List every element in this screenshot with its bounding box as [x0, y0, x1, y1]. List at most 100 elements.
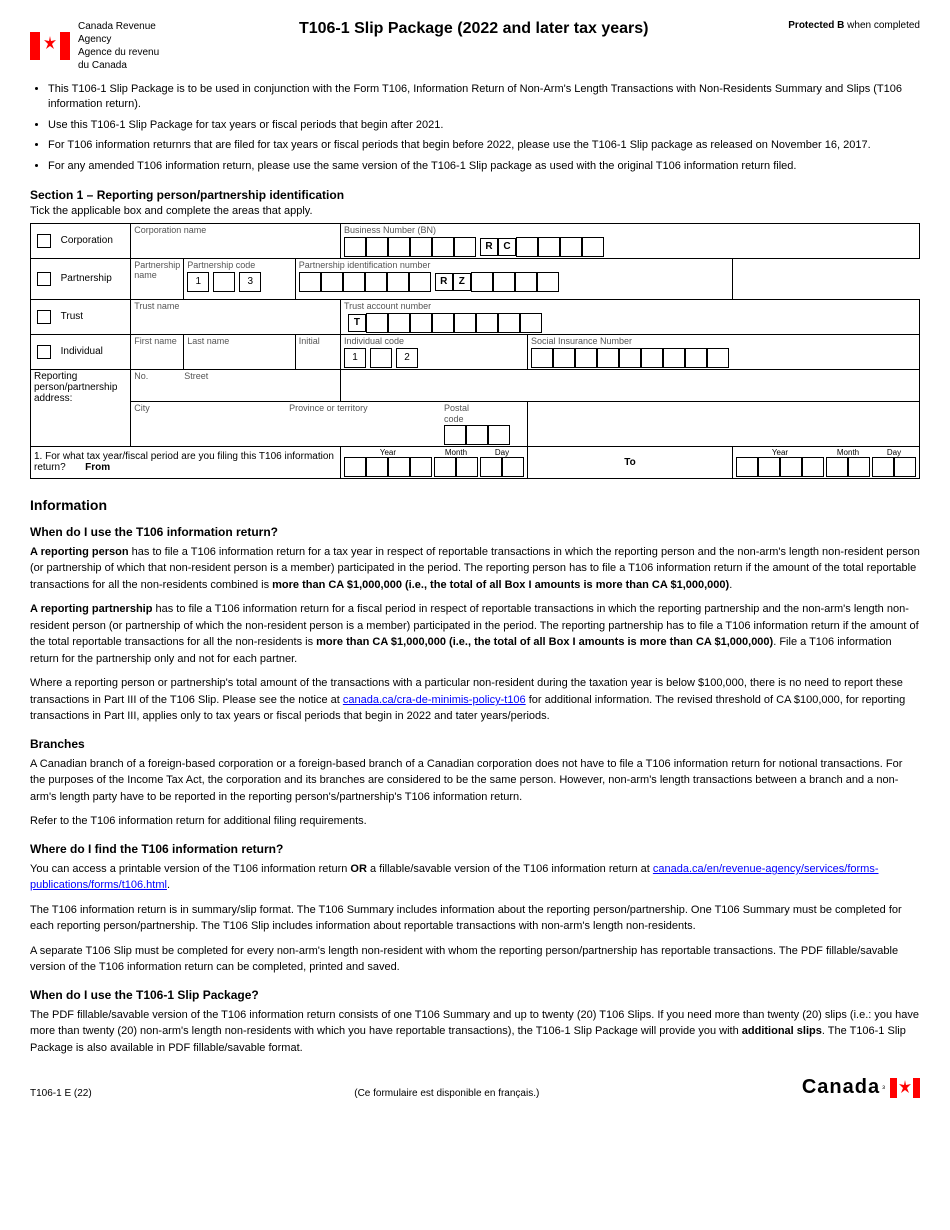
trust-checkbox-cell[interactable] — [31, 299, 58, 334]
td-1[interactable] — [872, 457, 894, 477]
sin-7[interactable] — [663, 348, 685, 368]
sin-4[interactable] — [597, 348, 619, 368]
fd-1[interactable] — [480, 457, 502, 477]
icode-2-box[interactable] — [370, 348, 392, 368]
trust-name-label: Trust name — [134, 301, 337, 311]
pid-suf-2[interactable] — [493, 272, 515, 292]
ty-1[interactable] — [736, 457, 758, 477]
tan-5[interactable] — [454, 313, 476, 333]
bn-suf-3[interactable] — [560, 237, 582, 257]
sin-8[interactable] — [685, 348, 707, 368]
tan-1[interactable] — [366, 313, 388, 333]
partnership-checkbox[interactable] — [37, 272, 51, 286]
pid-1[interactable] — [299, 272, 321, 292]
sin-6[interactable] — [641, 348, 663, 368]
partnership-code-label: Partnership code — [187, 260, 292, 270]
last-name-cell: Last name — [184, 334, 296, 369]
no-group: No. — [134, 371, 174, 400]
street-field[interactable] — [184, 382, 337, 400]
ty-2[interactable] — [758, 457, 780, 477]
partnership-checkbox-cell[interactable] — [31, 258, 58, 299]
pcode-2-box[interactable] — [213, 272, 235, 292]
fy-2[interactable] — [366, 457, 388, 477]
address-row: Reportingperson/partnershipaddress: No. … — [31, 369, 920, 401]
tan-7[interactable] — [498, 313, 520, 333]
last-name-field[interactable] — [187, 346, 292, 366]
corporation-checkbox-cell[interactable] — [31, 223, 58, 258]
sin-3[interactable] — [575, 348, 597, 368]
bn-box-6[interactable] — [454, 237, 476, 257]
t106-link[interactable]: canada.ca/en/revenue-agency/services/for… — [30, 863, 879, 892]
pid-suf-4[interactable] — [537, 272, 559, 292]
pcode-1-box: 1 — [187, 272, 209, 292]
td-2[interactable] — [894, 457, 916, 477]
fm-1[interactable] — [434, 457, 456, 477]
bn-box-5[interactable] — [432, 237, 454, 257]
bn-box-3[interactable] — [388, 237, 410, 257]
minimis-link[interactable]: canada.ca/cra-de-minimis-policy-t106 — [343, 694, 526, 706]
to-month-label: Month — [826, 448, 870, 457]
postal-1[interactable] — [444, 425, 466, 445]
individual-checkbox-cell[interactable] — [31, 334, 58, 369]
bn-label: Business Number (BN) — [344, 225, 916, 235]
fy-3[interactable] — [388, 457, 410, 477]
sin-1[interactable] — [531, 348, 553, 368]
bn-box-1[interactable] — [344, 237, 366, 257]
fy-1[interactable] — [344, 457, 366, 477]
tan-6[interactable] — [476, 313, 498, 333]
sin-9[interactable] — [707, 348, 729, 368]
postal-2[interactable] — [466, 425, 488, 445]
tan-4[interactable] — [432, 313, 454, 333]
pid-suf-3[interactable] — [515, 272, 537, 292]
individual-label: Individual — [61, 346, 103, 357]
subsection4-p1: The PDF fillable/savable version of the … — [30, 1007, 920, 1057]
fy-4[interactable] — [410, 457, 432, 477]
initial-field[interactable] — [299, 346, 337, 366]
province-field[interactable] — [289, 414, 434, 432]
ty-3[interactable] — [780, 457, 802, 477]
to-label: To — [624, 457, 635, 468]
fd-2[interactable] — [502, 457, 524, 477]
trust-checkbox[interactable] — [37, 310, 51, 324]
page-title: T106-1 Slip Package (2022 and later tax … — [159, 20, 788, 38]
city-field[interactable] — [134, 414, 279, 432]
trust-name-field[interactable] — [134, 311, 337, 329]
partnership-id-label: Partnership identification number — [299, 260, 729, 270]
question1-text: 1. For what tax year/fiscal period are y… — [34, 451, 334, 473]
first-name-field[interactable] — [134, 346, 180, 366]
t-box: T — [348, 314, 366, 332]
bn-suf-1[interactable] — [516, 237, 538, 257]
partnership-name-field[interactable] — [134, 280, 180, 298]
rz-label-boxes: R Z — [435, 273, 471, 291]
pid-6[interactable] — [409, 272, 431, 292]
fm-2[interactable] — [456, 457, 478, 477]
no-field[interactable] — [134, 382, 174, 400]
pid-5[interactable] — [387, 272, 409, 292]
tm-1[interactable] — [826, 457, 848, 477]
bn-box-2[interactable] — [366, 237, 388, 257]
tan-2[interactable] — [388, 313, 410, 333]
corporation-checkbox[interactable] — [37, 234, 51, 248]
tm-2[interactable] — [848, 457, 870, 477]
bn-box-4[interactable] — [410, 237, 432, 257]
pid-suf-1[interactable] — [471, 272, 493, 292]
sin-5[interactable] — [619, 348, 641, 368]
pid-3[interactable] — [343, 272, 365, 292]
to-date-cell: Year Month — [733, 446, 920, 478]
postal-3[interactable] — [488, 425, 510, 445]
sin-2[interactable] — [553, 348, 575, 368]
pid-4[interactable] — [365, 272, 387, 292]
subsection2-p1: A Canadian branch of a foreign-based cor… — [30, 756, 920, 806]
form-code: T106-1 E (22) — [30, 1088, 92, 1099]
bn-suf-2[interactable] — [538, 237, 560, 257]
tan-8[interactable] — [520, 313, 542, 333]
tan-3[interactable] — [410, 313, 432, 333]
from-month-group: Month — [434, 448, 478, 477]
pid-2[interactable] — [321, 272, 343, 292]
corp-name-field[interactable] — [134, 235, 337, 253]
trust-label-cell: Trust — [58, 299, 131, 334]
canada-wordmark: Canada ᵌ — [802, 1076, 920, 1099]
bn-suf-4[interactable] — [582, 237, 604, 257]
individual-checkbox[interactable] — [37, 345, 51, 359]
ty-4[interactable] — [802, 457, 824, 477]
